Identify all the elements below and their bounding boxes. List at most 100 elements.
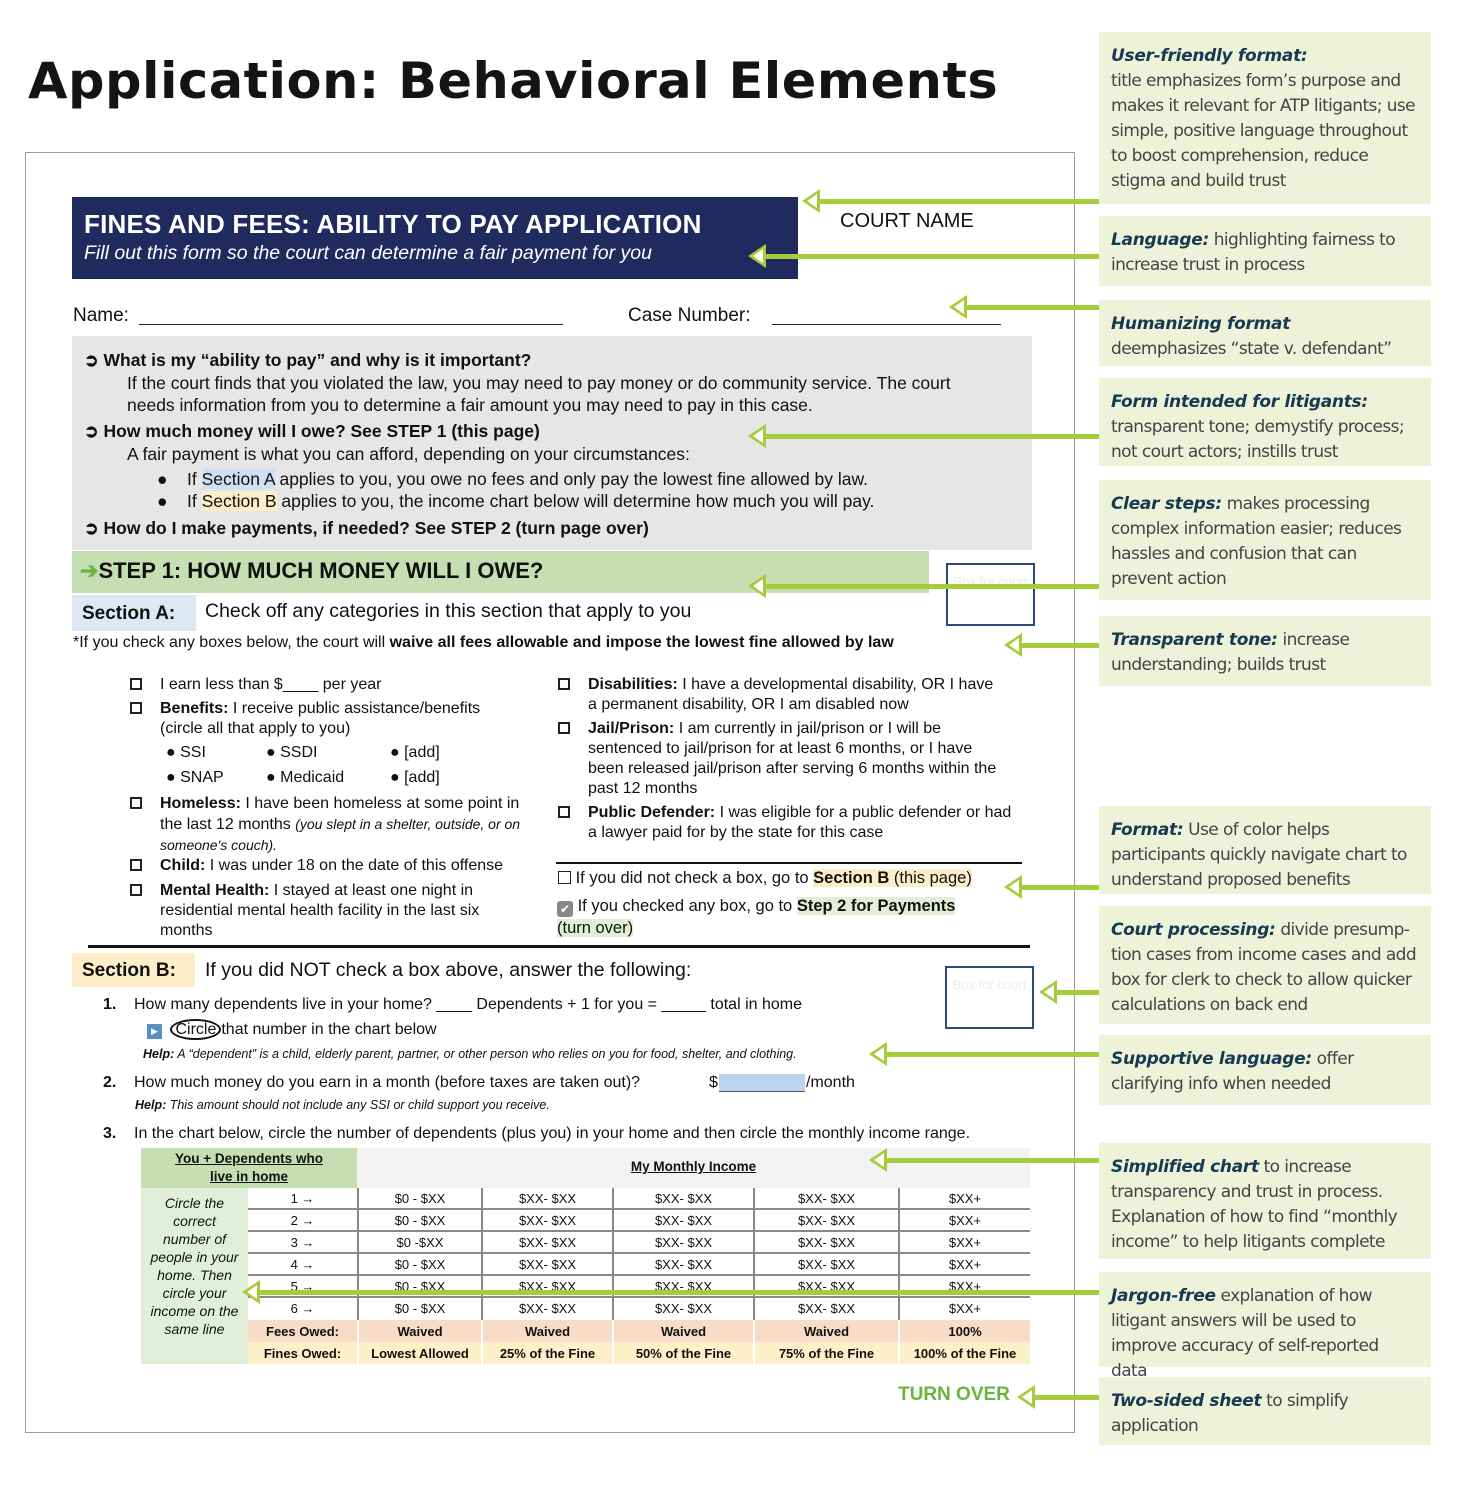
checkbox[interactable] <box>558 722 570 734</box>
section-a-highlight: Section A <box>201 469 275 489</box>
income-range-cell[interactable]: $XX+ <box>898 1254 1030 1276</box>
income-range-cell[interactable]: $0 - $XX <box>357 1188 481 1210</box>
chart-row[interactable]: 1 → $0 - $XX $XX- $XX $XX- $XX $XX- $XX $XX+ <box>248 1188 1030 1210</box>
income-range-cell[interactable]: $XX- $XX <box>481 1210 612 1232</box>
income-range-cell[interactable]: $XX+ <box>898 1188 1030 1210</box>
annotation-title: Court processing: <box>1111 920 1276 940</box>
fines-cell: 75% of the Fine <box>755 1342 898 1364</box>
checkbox[interactable] <box>130 702 142 714</box>
people-count[interactable]: 1 → <box>248 1191 357 1206</box>
annotation-title: Two-sided sheet <box>1111 1391 1262 1411</box>
annotation-text: title emphasizes form’s purpose and make… <box>1111 71 1416 191</box>
case-number-label: Case Number: <box>628 305 751 326</box>
income-range-cell[interactable]: $0 -$XX <box>357 1232 481 1254</box>
annotation-card: Format: Use of color helps participants … <box>1099 806 1431 894</box>
chart-header-people: You + Dependents who live in home <box>141 1148 357 1188</box>
turn-over-label: TURN OVER <box>898 1384 1010 1405</box>
income-range-cell[interactable]: $XX- $XX <box>753 1210 898 1232</box>
circle-arrow-icon: ➲ <box>84 421 104 441</box>
chart-header-income: My Monthly Income <box>357 1148 1030 1188</box>
pointer-arrow-icon <box>1004 633 1099 657</box>
court-name: COURT NAME <box>840 210 974 232</box>
checkbox[interactable] <box>130 884 142 896</box>
chart-row[interactable]: 3 → $0 -$XX $XX- $XX $XX- $XX $XX- $XX $XX+ <box>248 1232 1030 1254</box>
fees-cell: 100% <box>900 1320 1030 1342</box>
fees-cell: Waived <box>359 1320 481 1342</box>
annotation-card: Supportive language: offer clarifying in… <box>1099 1035 1431 1105</box>
income-range-cell[interactable]: $XX- $XX <box>753 1254 898 1276</box>
info-answer-1a: If the court finds that you violated the… <box>127 373 951 393</box>
info-answer-2: A fair payment is what you can afford, d… <box>127 444 690 464</box>
court-use-box-a[interactable]: Box for court <box>946 563 1035 626</box>
annotation-text: deemphasizes “state v. defendant” <box>1111 339 1392 359</box>
income-range-cell[interactable]: $XX- $XX <box>481 1232 612 1254</box>
case-number-field[interactable] <box>772 324 1001 325</box>
info-bullet-b: ● If Section B applies to you, the incom… <box>157 491 875 511</box>
checkbox[interactable] <box>558 871 571 884</box>
route-to-step-2[interactable]: ✔ If you checked any box, go to Step 2 f… <box>557 895 977 939</box>
question-number: 2. <box>103 1074 117 1091</box>
court-use-box-b[interactable]: Box for court <box>945 966 1034 1029</box>
income-range-cell[interactable]: $XX- $XX <box>612 1188 753 1210</box>
info-box: ➲ What is my “ability to pay” and why is… <box>72 336 1032 550</box>
chart-row[interactable]: 4 → $0 - $XX $XX- $XX $XX- $XX $XX- $XX $XX+ <box>248 1254 1030 1276</box>
checkbox[interactable] <box>130 678 142 690</box>
income-range-cell[interactable]: $XX- $XX <box>612 1298 753 1320</box>
route-to-section-b[interactable]: If you did not check a box, go to Sectio… <box>558 869 972 888</box>
name-label: Name: <box>73 305 129 326</box>
income-range-cell[interactable]: $XX+ <box>898 1210 1030 1232</box>
annotation-card: Clear steps: makes processing complex in… <box>1099 480 1431 600</box>
fees-label: Fees Owed: <box>248 1320 357 1342</box>
annotation-card: Humanizing format deemphasizes “state v. … <box>1099 300 1431 366</box>
annotation-card: Court processing: divide presump-tion ca… <box>1099 906 1431 1024</box>
people-count[interactable]: 3 → <box>248 1235 357 1250</box>
income-range-cell[interactable]: $XX+ <box>898 1298 1030 1320</box>
annotation-title: Form intended for litigants: <box>1111 392 1368 412</box>
income-range-cell[interactable]: $0 - $XX <box>357 1254 481 1276</box>
people-count[interactable]: 2 → <box>248 1213 357 1228</box>
info-question-1: ➲ What is my “ability to pay” and why is… <box>84 350 532 370</box>
benefit-option[interactable]: ● SNAP <box>166 769 224 787</box>
circle-arrow-icon: ➲ <box>84 350 104 370</box>
income-range-cell[interactable]: $0 - $XX <box>357 1298 481 1320</box>
income-range-cell[interactable]: $XX- $XX <box>753 1298 898 1320</box>
chart-row[interactable]: 6 → $0 - $XX $XX- $XX $XX- $XX $XX- $XX $XX+ <box>248 1298 1030 1320</box>
income-range-cell[interactable]: $XX- $XX <box>612 1254 753 1276</box>
benefit-option[interactable]: ● Medicaid <box>266 769 344 787</box>
annotation-card: Simplified chart to increase transparenc… <box>1099 1143 1431 1259</box>
benefit-option[interactable]: ● [add] <box>390 769 440 787</box>
form-title: FINES AND FEES: ABILITY TO PAY APPLICATI… <box>84 209 702 239</box>
monthly-income-input[interactable] <box>719 1074 805 1092</box>
annotation-card: Two-sided sheet to simplify application <box>1099 1377 1431 1445</box>
income-range-cell[interactable]: $XX- $XX <box>612 1210 753 1232</box>
income-range-cell[interactable]: $XX- $XX <box>481 1254 612 1276</box>
benefit-option[interactable]: ● SSDI <box>266 744 317 762</box>
chart-instruction-question: In the chart below, circle the number of… <box>134 1125 971 1142</box>
checked-checkbox-icon[interactable]: ✔ <box>557 901 573 917</box>
income-range-cell[interactable]: $XX- $XX <box>481 1298 612 1320</box>
chart-row[interactable]: 2 → $0 - $XX $XX- $XX $XX- $XX $XX- $XX $XX+ <box>248 1210 1030 1232</box>
form-subtitle: Fill out this form so the court can dete… <box>84 242 652 264</box>
income-range-cell[interactable]: $0 - $XX <box>357 1210 481 1232</box>
benefit-option[interactable]: ● SSI <box>166 744 206 762</box>
checkbox[interactable] <box>558 806 570 818</box>
name-field[interactable] <box>139 324 563 325</box>
benefit-option[interactable]: ● [add] <box>390 744 440 762</box>
fines-cell: 25% of the Fine <box>483 1342 612 1364</box>
question-number: 3. <box>103 1125 117 1142</box>
waive-note: *If you check any boxes below, the court… <box>73 634 894 651</box>
income-range-cell[interactable]: $XX- $XX <box>753 1188 898 1210</box>
people-count[interactable]: 4 → <box>248 1257 357 1272</box>
annotation-card: Form intended for litigants: transparent … <box>1099 378 1431 466</box>
checkbox[interactable] <box>130 797 142 809</box>
form-header-banner: FINES AND FEES: ABILITY TO PAY APPLICATI… <box>72 197 798 279</box>
income-range-cell[interactable]: $XX+ <box>898 1232 1030 1254</box>
checkbox[interactable] <box>130 859 142 871</box>
people-count[interactable]: 6 → <box>248 1301 357 1316</box>
income-range-cell[interactable]: $XX- $XX <box>481 1188 612 1210</box>
income-range-cell[interactable]: $XX- $XX <box>753 1232 898 1254</box>
income-range-cell[interactable]: $XX- $XX <box>612 1232 753 1254</box>
fees-cell: Waived <box>614 1320 753 1342</box>
checkbox[interactable] <box>558 678 570 690</box>
dependents-question[interactable]: How many dependents live in your home? _… <box>134 996 802 1014</box>
